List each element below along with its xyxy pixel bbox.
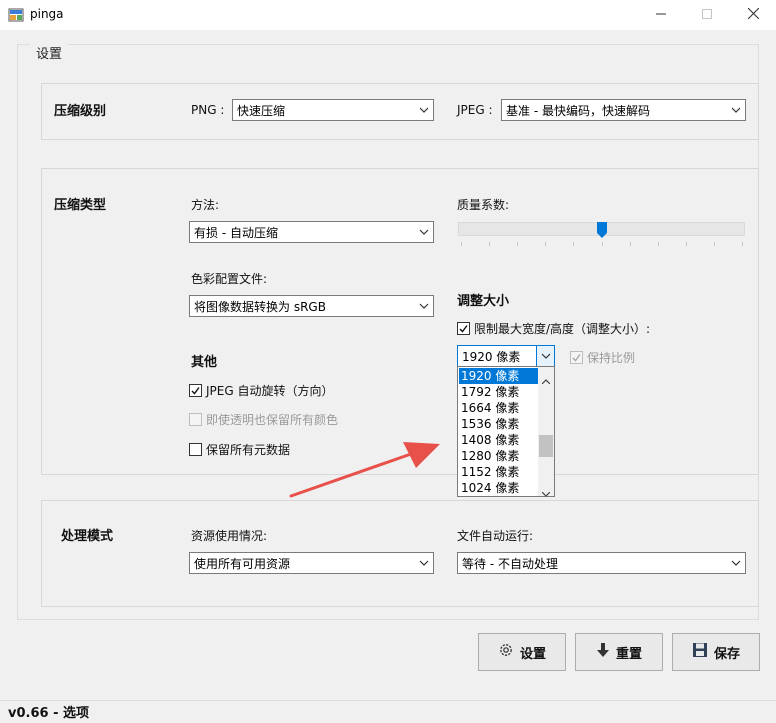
slider-tick: [742, 242, 743, 246]
compression-type-panel: [41, 168, 759, 475]
scroll-down-icon[interactable]: [541, 486, 551, 500]
resource-select-value: 使用所有可用资源: [194, 556, 291, 571]
slider-tick: [713, 242, 715, 246]
slider-tick: [461, 242, 462, 246]
check-icon: [572, 354, 581, 362]
jpeg-rotate-label: JPEG 自动旋转（方向）: [206, 384, 334, 398]
slider-tick: [685, 242, 687, 246]
jpeg-rotate-checkbox[interactable]: JPEG 自动旋转（方向）: [189, 382, 333, 399]
color-profile-select[interactable]: 将图像数据转换为 sRGB: [189, 295, 434, 317]
slider-tick: [657, 242, 659, 246]
dropdown-option[interactable]: 1024 像素: [459, 480, 538, 496]
keep-metadata-label: 保留所有元数据: [206, 443, 291, 457]
keep-ratio-checkbox[interactable]: 保持比例: [570, 349, 635, 366]
auto-run-select-value: 等待 - 不自动处理: [462, 556, 558, 571]
limit-size-checkbox[interactable]: 限制最大宽度/高度（调整大小）:: [457, 320, 650, 337]
dropdown-option[interactable]: 1920 像素: [459, 368, 538, 384]
maximize-icon: [702, 8, 712, 22]
floppy-disk-icon: [692, 642, 708, 662]
max-size-select-value: 1920 像素: [462, 349, 521, 364]
method-select-value: 有损 - 自动压缩: [194, 225, 278, 240]
chevron-down-icon: [415, 100, 433, 120]
resource-label: 资源使用情况:: [191, 529, 268, 543]
chevron-down-icon: [727, 553, 745, 573]
checkbox-box[interactable]: [189, 413, 202, 426]
max-size-select[interactable]: 1920 像素: [457, 345, 555, 367]
keep-transparent-checkbox[interactable]: 即使透明也保留所有颜色: [189, 411, 338, 428]
png-select[interactable]: 快速压缩: [232, 99, 434, 121]
checkbox-box[interactable]: [189, 384, 202, 397]
png-select-value: 快速压缩: [237, 103, 286, 118]
quality-slider-thumb[interactable]: [596, 222, 607, 238]
auto-run-select[interactable]: 等待 - 不自动处理: [457, 552, 746, 574]
status-text: v0.66 - 选项: [8, 706, 89, 721]
chevron-down-icon: [415, 222, 433, 242]
window-title: pinga: [30, 7, 64, 21]
gear-icon: [498, 642, 514, 662]
check-icon: [191, 387, 200, 395]
resource-select[interactable]: 使用所有可用资源: [189, 552, 434, 574]
chevron-down-icon: [415, 296, 433, 316]
color-profile-label: 色彩配置文件:: [191, 272, 268, 286]
jpeg-select[interactable]: 基准 - 最快编码，快速解码: [501, 99, 746, 121]
status-bar: [0, 700, 776, 723]
slider-tick: [629, 242, 631, 246]
resize-title: 调整大小: [457, 294, 510, 309]
settings-button[interactable]: 设置: [478, 633, 566, 671]
app-icon: [8, 7, 24, 23]
checkbox-box[interactable]: [189, 443, 202, 456]
processing-mode-title: 处理模式: [61, 529, 114, 544]
minimize-icon: [656, 8, 666, 22]
close-button[interactable]: [730, 0, 776, 30]
annotation-arrow: [289, 442, 440, 498]
dropdown-scroll-thumb[interactable]: [539, 435, 553, 457]
save-button[interactable]: 保存: [672, 633, 760, 671]
method-select[interactable]: 有损 - 自动压缩: [189, 221, 434, 243]
keep-metadata-checkbox[interactable]: 保留所有元数据: [189, 441, 290, 458]
limit-size-label: 限制最大宽度/高度（调整大小）:: [474, 322, 651, 336]
dropdown-option[interactable]: 1408 像素: [459, 432, 538, 448]
reset-button[interactable]: 重置: [575, 633, 663, 671]
checkbox-box[interactable]: [570, 351, 583, 364]
dropdown-option[interactable]: 1664 像素: [459, 400, 538, 416]
minimize-button[interactable]: [638, 0, 684, 30]
settings-group-legend: 设置: [30, 43, 69, 62]
slider-tick: [545, 242, 547, 246]
compression-type-title: 压缩类型: [54, 198, 107, 213]
max-size-dropdown-list: 1920 像素 1792 像素 1664 像素 1536 像素 1408 像素 1280 …: [457, 366, 555, 497]
compression-level-title: 压缩级别: [54, 104, 107, 119]
slider-tick: [573, 242, 575, 246]
auto-run-label: 文件自动运行:: [457, 529, 534, 543]
slider-tick: [489, 242, 491, 246]
dropdown-option[interactable]: 1280 像素: [459, 448, 538, 464]
dropdown-option[interactable]: 1536 像素: [459, 416, 538, 432]
chevron-down-icon: [727, 100, 745, 120]
maximize-button[interactable]: [684, 0, 730, 30]
slider-tick: [601, 242, 603, 246]
slider-tick: [517, 242, 519, 246]
jpeg-label: JPEG :: [457, 103, 493, 117]
checkbox-box[interactable]: [457, 322, 470, 335]
other-title: 其他: [191, 355, 218, 370]
keep-transparent-label: 即使透明也保留所有颜色: [206, 413, 339, 427]
settings-button-label: 设置: [519, 646, 546, 662]
arrow-down-icon: [596, 642, 610, 662]
check-icon: [459, 325, 468, 333]
chevron-down-icon: [415, 553, 433, 573]
close-icon: [747, 7, 759, 22]
dropdown-option[interactable]: 1792 像素: [459, 384, 538, 400]
quality-label: 质量系数:: [457, 198, 510, 212]
keep-ratio-label: 保持比例: [587, 351, 636, 365]
save-button-label: 保存: [713, 646, 740, 662]
scroll-up-icon[interactable]: [541, 373, 551, 387]
reset-button-label: 重置: [615, 646, 642, 662]
png-label: PNG :: [191, 103, 225, 117]
color-profile-select-value: 将图像数据转换为 sRGB: [194, 299, 326, 314]
jpeg-select-value: 基准 - 最快编码，快速解码: [506, 103, 650, 118]
method-label: 方法:: [191, 198, 220, 212]
chevron-down-icon: [536, 346, 554, 366]
dropdown-option[interactable]: 1152 像素: [459, 464, 538, 480]
